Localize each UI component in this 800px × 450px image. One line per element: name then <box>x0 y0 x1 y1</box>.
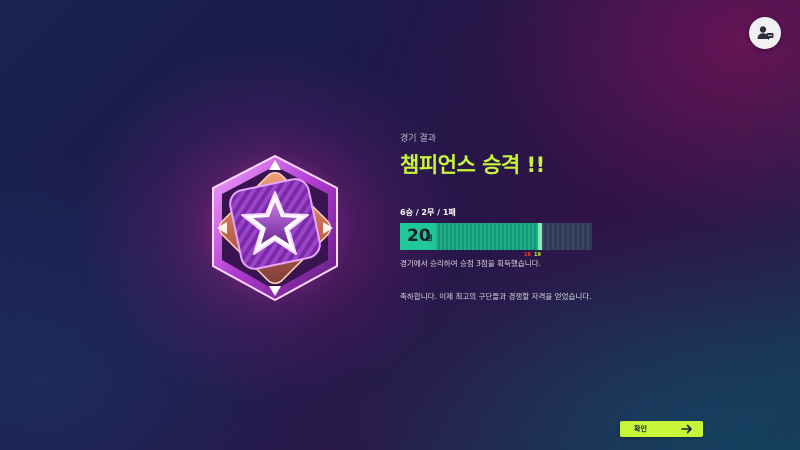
arrow-right-icon <box>681 424 692 434</box>
result-label: 경기 결과 <box>400 134 436 144</box>
result-panel: 경기 결과 챔피언스 승격 !! <box>400 133 610 179</box>
user-chat-icon <box>757 26 774 40</box>
match-record: 6승 / 2무 / 1패 <box>400 208 456 217</box>
congrats-message: 축하합니다. 이제 최고의 구단들과 경쟁할 자격을 얻었습니다. <box>400 292 592 301</box>
match-result-screen: 경기 결과 챔피언스 승격 !! 6승 / 2무 / 1패 20 점 16 19… <box>0 0 800 450</box>
profile-button[interactable] <box>749 17 781 49</box>
points-earned-message: 경기에서 승리하여 승점 3점을 획득했습니다. <box>400 259 541 268</box>
points-unit: 점 <box>426 234 433 242</box>
points-progress-remaining <box>542 223 592 250</box>
confirm-button-label: 확인 <box>634 425 647 433</box>
promotion-title: 챔피언스 승격 !! <box>400 153 545 177</box>
champions-badge <box>195 148 355 308</box>
points-progress-bar: 20 점 <box>400 223 592 250</box>
confirm-button[interactable]: 확인 <box>620 421 703 437</box>
points-progress-marker <box>538 223 542 250</box>
